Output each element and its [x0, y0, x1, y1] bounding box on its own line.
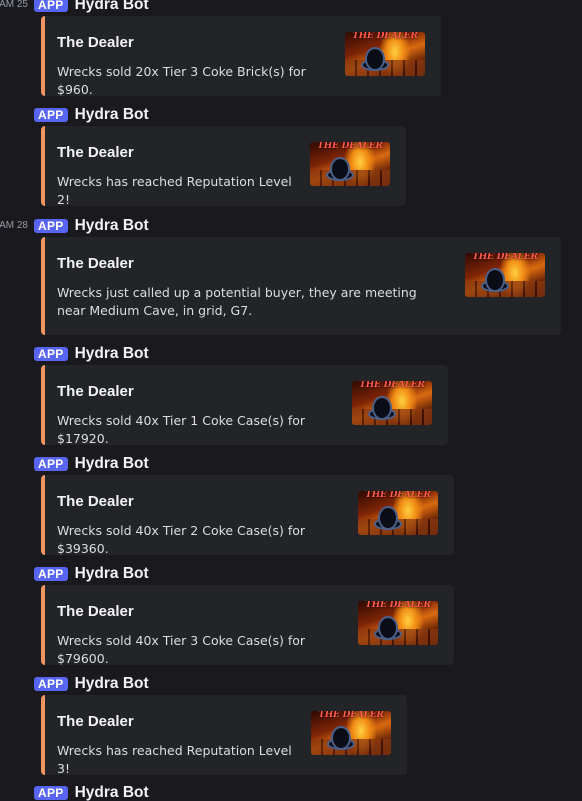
snake-head-icon [331, 726, 351, 750]
username[interactable]: Hydra Bot [75, 456, 149, 472]
app-badge: APP [34, 108, 68, 122]
thumbnail-logo: THE DEALER [359, 381, 425, 390]
embed: The Dealer Wrecks has reached Reputation… [41, 695, 407, 776]
message-header: APP Hydra Bot [34, 566, 149, 582]
app-badge: APP [34, 347, 68, 361]
message-header: APP Hydra Bot [34, 346, 149, 362]
embed-description: Wrecks just called up a potential buyer,… [57, 285, 417, 318]
embed-description: Wrecks sold 40x Tier 3 Coke Case(s) for … [57, 633, 306, 666]
embed-description: Wrecks sold 40x Tier 1 Coke Case(s) for … [57, 413, 306, 446]
username[interactable]: Hydra Bot [75, 107, 149, 123]
message-timestamp[interactable]: 28 AM [0, 220, 28, 231]
embed: The Dealer Wrecks just called up a poten… [41, 237, 561, 335]
username[interactable]: Hydra Bot [75, 676, 149, 692]
embed-title: The Dealer [57, 144, 134, 161]
username[interactable]: Hydra Bot [75, 0, 149, 12]
embed: The Dealer Wrecks sold 40x Tier 3 Coke C… [41, 585, 454, 666]
thumbnail-logo: THE DEALER [365, 601, 431, 610]
embed-thumbnail[interactable]: THE DEALER [345, 32, 425, 76]
thumbnail-logo: THE DEALER [472, 253, 538, 262]
embed-thumbnail[interactable]: THE DEALER [465, 253, 545, 297]
thumbnail-logo: THE DEALER [317, 142, 383, 151]
app-badge: APP [34, 219, 68, 233]
embed-description: Wrecks has reached Reputation Level 2! [57, 174, 292, 207]
embed-title: The Dealer [57, 255, 134, 272]
embed-thumbnail[interactable]: THE DEALER [358, 491, 438, 535]
embed-description: Wrecks has reached Reputation Level 3! [57, 743, 292, 776]
embed: The Dealer Wrecks has reached Reputation… [41, 126, 406, 207]
message-header: APP Hydra Bot [34, 218, 149, 234]
embed-description: Wrecks sold 40x Tier 2 Coke Case(s) for … [57, 523, 306, 556]
message-header: APP Hydra Bot [34, 107, 149, 123]
embed-thumbnail[interactable]: THE DEALER [352, 381, 432, 425]
app-badge: APP [34, 0, 68, 12]
embed-title: The Dealer [57, 603, 134, 620]
embed: The Dealer Wrecks sold 40x Tier 1 Coke C… [41, 365, 448, 446]
embed-title: The Dealer [57, 383, 134, 400]
message-timestamp[interactable]: 25 AM [0, 0, 28, 10]
embed-title: The Dealer [57, 493, 134, 510]
embed-thumbnail[interactable]: THE DEALER [358, 601, 438, 645]
thumbnail-logo: THE DEALER [365, 491, 431, 500]
thumbnail-logo: THE DEALER [352, 32, 418, 41]
app-badge: APP [34, 677, 68, 691]
message-header: APP Hydra Bot [34, 676, 149, 692]
snake-head-icon [378, 506, 398, 530]
app-badge: APP [34, 457, 68, 471]
embed: The Dealer Wrecks sold 20x Tier 3 Coke B… [41, 16, 441, 97]
embed-title: The Dealer [57, 34, 134, 51]
app-badge: APP [34, 567, 68, 581]
username[interactable]: Hydra Bot [75, 785, 149, 801]
username[interactable]: Hydra Bot [75, 346, 149, 362]
app-badge: APP [34, 786, 68, 800]
snake-head-icon [378, 616, 398, 640]
message-header: APP Hydra Bot [34, 456, 149, 472]
message-header: APP Hydra Bot [34, 0, 149, 12]
embed-thumbnail[interactable]: THE DEALER [310, 142, 390, 186]
snake-head-icon [372, 396, 392, 420]
username[interactable]: Hydra Bot [75, 218, 149, 234]
snake-head-icon [365, 47, 385, 71]
message-header: APP Hydra Bot [34, 785, 149, 801]
embed: The Dealer Wrecks sold 40x Tier 2 Coke C… [41, 475, 454, 556]
snake-head-icon [330, 157, 350, 181]
snake-head-icon [485, 268, 505, 292]
embed-thumbnail[interactable]: THE DEALER [311, 711, 391, 755]
embed-title: The Dealer [57, 713, 134, 730]
embed-description: Wrecks sold 20x Tier 3 Coke Brick(s) for… [57, 64, 306, 97]
username[interactable]: Hydra Bot [75, 566, 149, 582]
thumbnail-logo: THE DEALER [318, 711, 384, 720]
